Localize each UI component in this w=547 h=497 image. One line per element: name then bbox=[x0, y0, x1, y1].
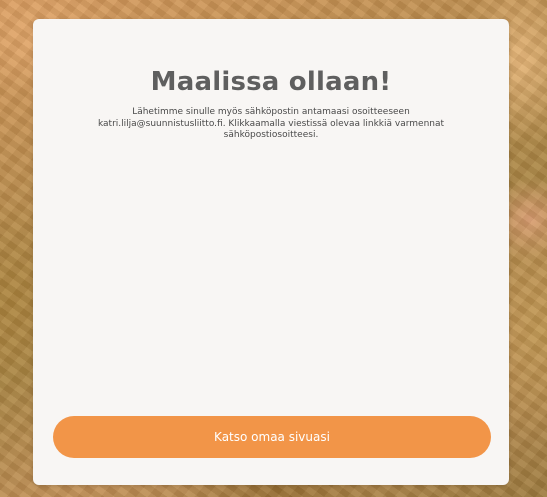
confirmation-card: Maalissa ollaan! Lähetimme sinulle myös … bbox=[33, 19, 509, 485]
message-line-2: katri.lilja@suunnistusliitto.fi. Klikkaa… bbox=[97, 118, 445, 129]
message-line-3: sähköpostiosoitteesi. bbox=[223, 130, 319, 140]
confirmation-message: Lähetimme sinulle myös sähköpostin antam… bbox=[47, 107, 495, 142]
message-line-1: Lähetimme sinulle myös sähköpostin antam… bbox=[132, 107, 410, 117]
page-title: Maalissa ollaan! bbox=[150, 67, 392, 97]
view-own-page-button[interactable]: Katso omaa sivuasi bbox=[53, 416, 491, 458]
